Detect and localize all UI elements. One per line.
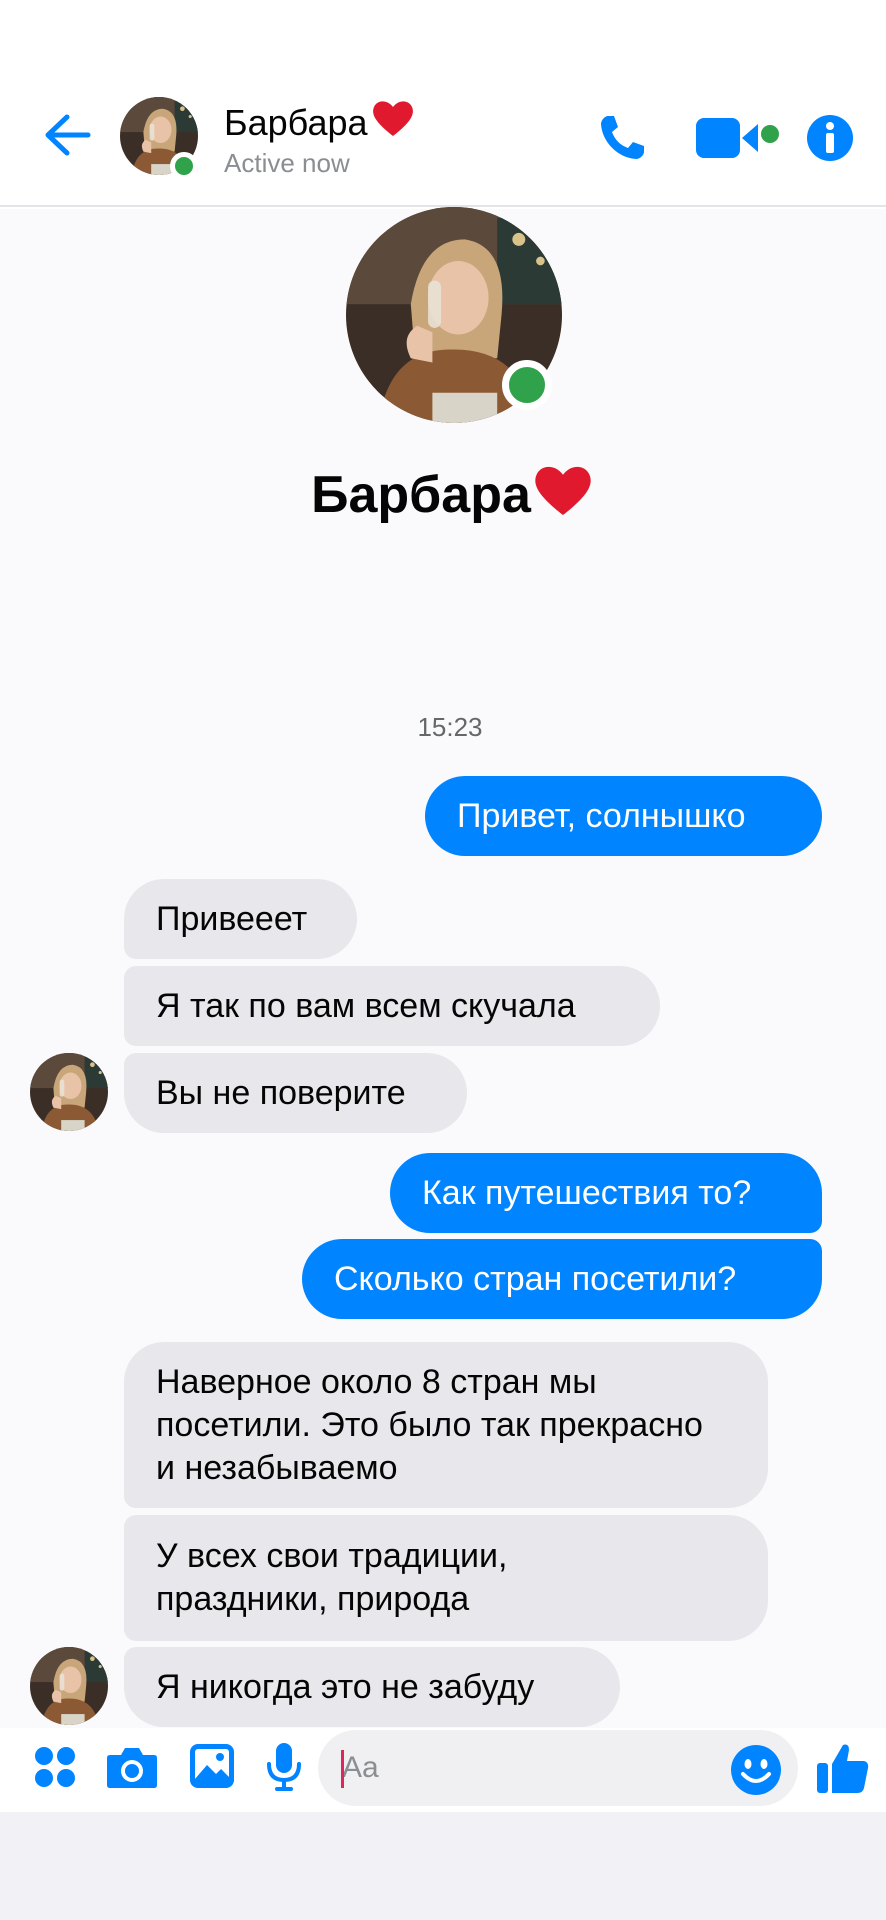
- voice-call-button[interactable]: [592, 108, 652, 168]
- message-bubble-incoming[interactable]: У всех свои традиции, праздники, природа: [124, 1515, 768, 1641]
- image-icon: [190, 1744, 234, 1788]
- message-bubble-outgoing[interactable]: Как путешествия то?: [390, 1153, 822, 1233]
- message-thread[interactable]: Барбара 15:23 Привет, солнышко Привееет …: [0, 207, 886, 1729]
- video-call-button[interactable]: [694, 112, 784, 164]
- active-status: Active now: [224, 148, 350, 178]
- message-input[interactable]: [318, 1730, 798, 1806]
- profile-online-indicator: [502, 360, 552, 410]
- info-button[interactable]: [804, 112, 856, 164]
- conversation-header: Барбара Active now: [0, 0, 886, 207]
- camera-icon: [107, 1748, 157, 1788]
- message-bubble-outgoing[interactable]: Сколько стран посетили?: [302, 1239, 822, 1319]
- apps-icon: [35, 1747, 75, 1787]
- sender-avatar[interactable]: [30, 1053, 108, 1131]
- message-bubble-incoming[interactable]: Вы не поверите: [124, 1053, 467, 1133]
- system-navigation-area: [0, 1812, 886, 1920]
- video-camera-icon: [696, 118, 779, 158]
- like-button[interactable]: [814, 1738, 872, 1798]
- message-text: Я так по вам всем скучала: [156, 986, 576, 1025]
- sender-avatar[interactable]: [30, 1647, 108, 1725]
- gallery-button[interactable]: [186, 1740, 238, 1792]
- online-indicator: [170, 152, 198, 180]
- phone-icon: [601, 116, 644, 159]
- thumbs-up-icon: [817, 1744, 869, 1793]
- camera-button[interactable]: [104, 1742, 160, 1792]
- back-arrow-icon: [45, 114, 91, 156]
- message-text: Привееет: [156, 899, 308, 938]
- message-bubble-incoming[interactable]: Я так по вам всем скучала: [124, 966, 660, 1046]
- message-text: Наверное около 8 стран мы посетили. Это …: [156, 1362, 703, 1487]
- profile-name-text: Барбара: [311, 466, 531, 524]
- message-text: Как путешествия то?: [422, 1173, 752, 1212]
- message-composer: [0, 1728, 886, 1812]
- message-bubble-incoming[interactable]: Я никогда это не забуду: [124, 1647, 620, 1727]
- message-text: У всех свои традиции, праздники, природа: [156, 1537, 508, 1618]
- heart-emoji-icon: [370, 98, 416, 147]
- profile-name: Барбара: [0, 462, 886, 525]
- message-bubble-outgoing[interactable]: Привет, солнышко: [425, 776, 822, 856]
- message-text: Вы не поверите: [156, 1073, 406, 1112]
- contact-name[interactable]: Барбара: [224, 98, 416, 147]
- message-bubble-incoming[interactable]: Наверное около 8 стран мы посетили. Это …: [124, 1342, 768, 1508]
- message-bubble-incoming[interactable]: Привееет: [124, 879, 357, 959]
- emoji-icon: [731, 1745, 781, 1795]
- message-text: Сколько стран посетили?: [334, 1259, 737, 1298]
- back-button[interactable]: [40, 108, 94, 162]
- microphone-icon: [267, 1743, 301, 1791]
- contact-name-text: Барбара: [224, 101, 368, 143]
- message-timestamp: 15:23: [417, 712, 483, 742]
- message-text: Привет, солнышко: [457, 796, 746, 835]
- text-caret: [341, 1750, 344, 1788]
- heart-emoji-icon: [535, 466, 591, 516]
- voice-message-button[interactable]: [262, 1740, 306, 1794]
- message-text: Я никогда это не забуду: [156, 1667, 535, 1706]
- emoji-button[interactable]: [728, 1742, 784, 1798]
- apps-button[interactable]: [30, 1742, 80, 1792]
- info-icon: [807, 115, 853, 161]
